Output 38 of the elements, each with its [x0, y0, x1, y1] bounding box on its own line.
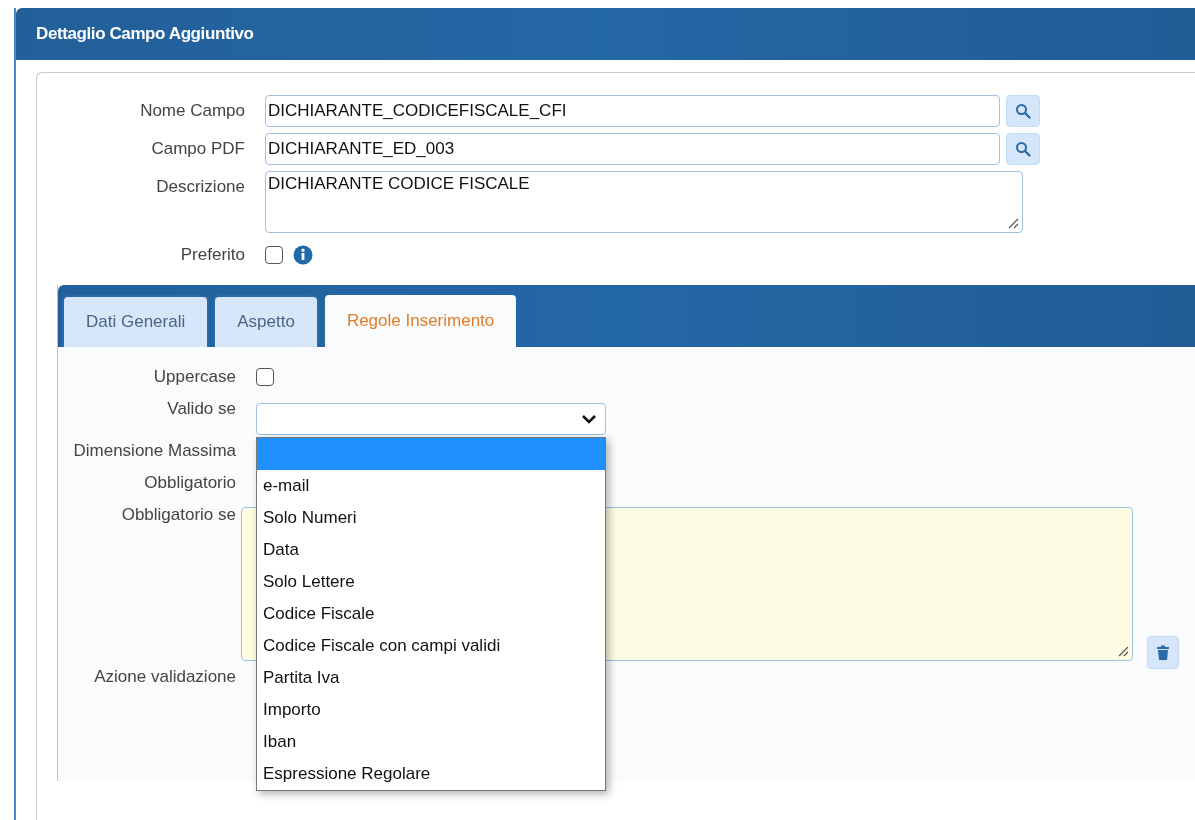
field-label: Nome Campo [139, 100, 245, 122]
field-label: Obbligatorio [143, 472, 236, 494]
dropdown-option[interactable]: e-mail [257, 470, 605, 502]
checkbox[interactable] [265, 246, 283, 264]
field-label: Campo PDF [150, 138, 245, 160]
trash-icon [1156, 644, 1170, 661]
text-field[interactable]: DICHIARANTE_CODICEFISCALE_CFI [265, 95, 1000, 127]
search-icon [1015, 103, 1031, 119]
search-button[interactable] [1006, 133, 1040, 165]
dropdown-option[interactable]: Codice Fiscale [257, 598, 605, 630]
field-label: Preferito [179, 244, 245, 266]
dropdown-option[interactable]: Solo Numeri [257, 502, 605, 534]
field-label: Azione validazione [93, 666, 236, 688]
field-label: Obbligatorio se [120, 504, 236, 526]
delete-button[interactable] [1147, 636, 1179, 669]
checkbox[interactable] [256, 368, 274, 386]
dropdown-option[interactable]: Data [257, 534, 605, 566]
field-label: Valido se [166, 398, 236, 420]
window-title: Dettaglio Campo Aggiuntivo [36, 24, 254, 44]
search-icon [1015, 141, 1031, 157]
chevron-down-icon [581, 413, 597, 425]
resize-grip-icon [1117, 645, 1129, 657]
text-area[interactable]: DICHIARANTE CODICE FISCALE [265, 171, 1023, 233]
dropdown-option[interactable]: Iban [257, 726, 605, 758]
field-label: Dimensione Massima [72, 440, 236, 462]
resize-grip-icon [1007, 217, 1019, 229]
tab[interactable]: Aspetto [213, 295, 319, 347]
field-label: Descrizione [155, 176, 245, 198]
info-icon[interactable] [293, 245, 313, 265]
text-field[interactable]: DICHIARANTE_ED_003 [265, 133, 1000, 165]
dropdown-option[interactable]: Codice Fiscale con campi validi [257, 630, 605, 662]
dropdown-option[interactable]: Importo [257, 694, 605, 726]
dropdown-option[interactable]: Partita Iva [257, 662, 605, 694]
search-button[interactable] [1006, 95, 1040, 127]
field-label: Uppercase [152, 366, 236, 388]
tab[interactable]: Dati Generali [62, 295, 210, 347]
dropdown-option[interactable]: Solo Lettere [257, 566, 605, 598]
dropdown-option[interactable]: Espressione Regolare [257, 758, 605, 790]
